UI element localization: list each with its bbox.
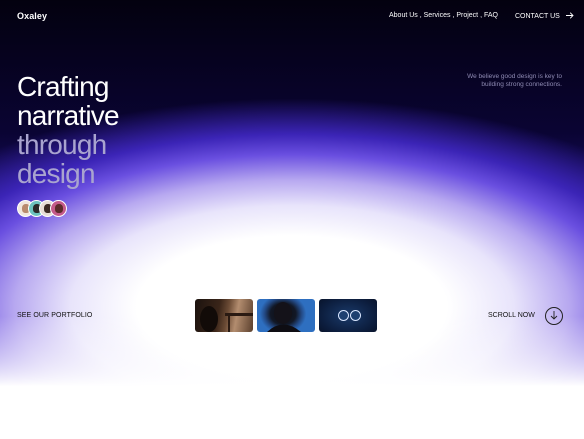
nav-item-about[interactable]: About Us — [389, 12, 418, 19]
headline-line-3: through — [17, 129, 107, 160]
brand-logo[interactable]: Oxaley — [17, 11, 47, 21]
contact-us-label: CONTACT US — [515, 12, 560, 20]
avatar-group — [17, 200, 67, 217]
headline-line-1: Crafting — [17, 71, 109, 102]
thumbnail-device[interactable] — [319, 299, 377, 332]
portfolio-thumbnails — [195, 299, 377, 332]
arrow-right-icon — [565, 12, 574, 20]
main-nav: About Us , Services , Project , FAQ — [389, 12, 498, 19]
ring-shape — [350, 310, 361, 321]
scroll-now-label[interactable]: SCROLL NOW — [488, 312, 535, 319]
contact-us-link[interactable]: CONTACT US — [515, 12, 574, 20]
nav-item-project[interactable]: Project — [456, 12, 478, 19]
see-portfolio-link[interactable]: SEE OUR PORTFOLIO — [17, 312, 92, 319]
thumbnail-portrait[interactable] — [257, 299, 315, 332]
headline-line-2: narrative — [17, 100, 120, 131]
hero-tagline: We believe good design is key to buildin… — [467, 73, 562, 88]
arrow-down-icon — [550, 310, 558, 322]
hero-headline: Crafting narrative through design — [17, 71, 120, 189]
nav-item-faq[interactable]: FAQ — [484, 12, 498, 19]
thumbnail-interior[interactable] — [195, 299, 253, 332]
nav-item-services[interactable]: Services — [424, 12, 451, 19]
scroll-down-button[interactable] — [545, 307, 563, 325]
hero-background-fade — [0, 0, 584, 439]
avatar — [50, 200, 67, 217]
headline-line-4: design — [17, 158, 96, 189]
ring-shape — [338, 310, 349, 321]
